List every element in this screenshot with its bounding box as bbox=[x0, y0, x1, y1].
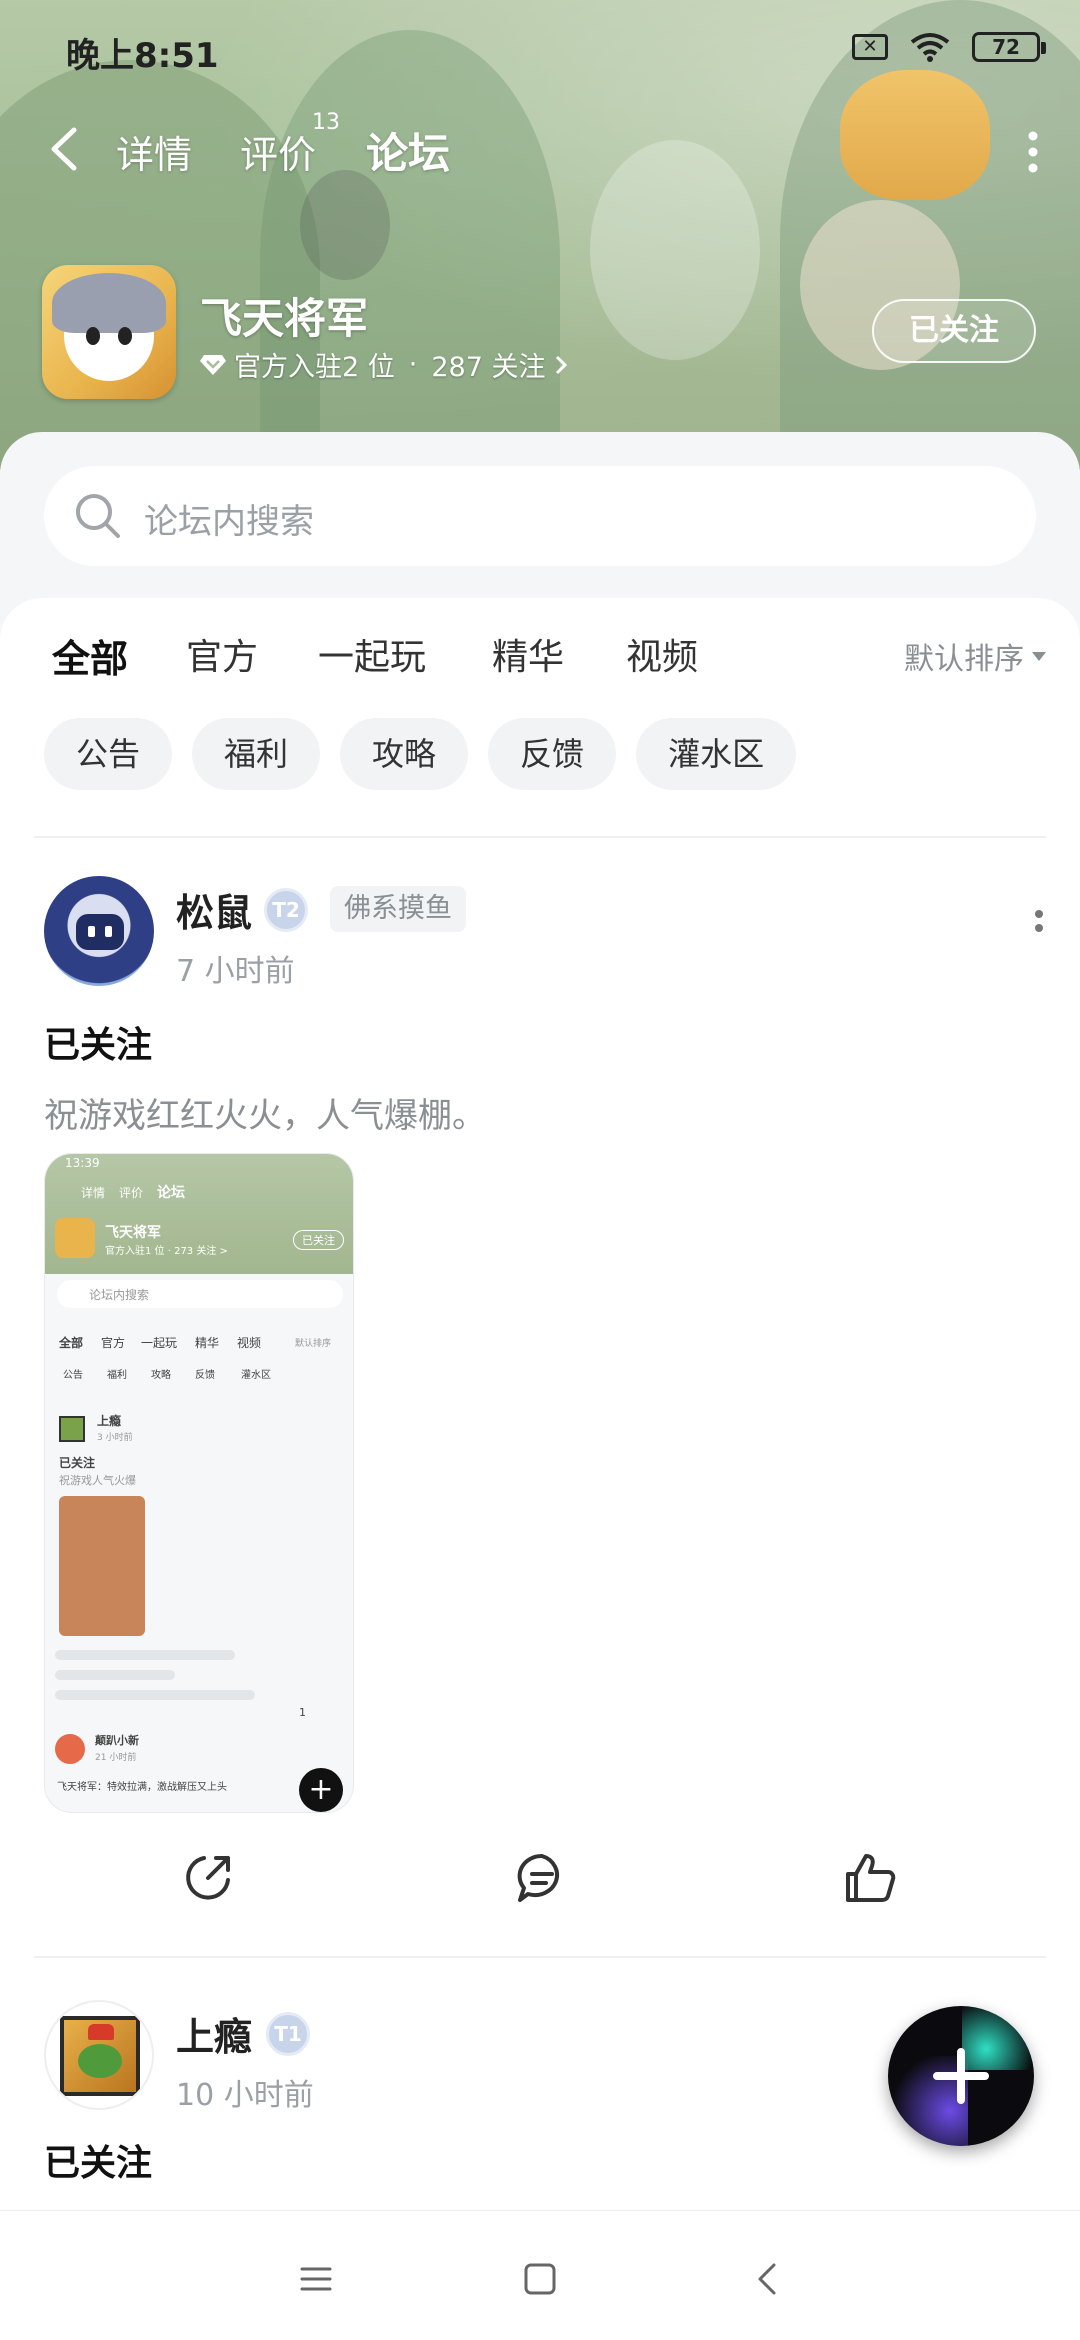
system-navigation-bar bbox=[0, 2210, 1080, 2340]
search-icon bbox=[76, 494, 120, 538]
avatar[interactable] bbox=[44, 2000, 154, 2110]
sort-dropdown[interactable]: 默认排序 bbox=[904, 634, 1046, 678]
tab-play-together[interactable]: 一起玩 bbox=[318, 628, 426, 680]
post-author[interactable]: 上瘾 bbox=[176, 2006, 252, 2061]
search-section: 论坛内搜索 bbox=[0, 432, 1080, 622]
battery-icon: 72 bbox=[972, 32, 1046, 62]
meta-separator: · bbox=[408, 349, 418, 380]
game-icon[interactable] bbox=[42, 265, 176, 399]
tab-official[interactable]: 官方 bbox=[186, 628, 258, 680]
chip-feedback[interactable]: 反馈 bbox=[488, 718, 617, 790]
diamond-icon bbox=[200, 354, 226, 375]
like-icon[interactable] bbox=[842, 1850, 898, 1906]
sort-label: 默认排序 bbox=[904, 642, 1024, 677]
level-badge-icon: T1 bbox=[266, 2012, 310, 2056]
forum-search-input[interactable]: 论坛内搜索 bbox=[44, 466, 1036, 566]
avatar[interactable] bbox=[44, 876, 154, 986]
user-title-tag: 佛系摸鱼 bbox=[330, 886, 466, 932]
tab-featured[interactable]: 精华 bbox=[492, 628, 564, 680]
tab-reviews[interactable]: 评价 bbox=[240, 124, 316, 179]
search-placeholder: 论坛内搜索 bbox=[144, 502, 314, 542]
post-body: 祝游戏红红火火，人气爆棚。 bbox=[44, 1096, 486, 1136]
status-time: 晚上8:51 bbox=[66, 36, 219, 76]
comment-icon[interactable] bbox=[514, 1850, 570, 1906]
tab-details[interactable]: 详情 bbox=[116, 124, 192, 179]
top-navigation: 详情 评价 13 论坛 bbox=[0, 110, 1080, 190]
follow-button[interactable]: 已关注 bbox=[872, 299, 1036, 363]
post-actions bbox=[0, 1830, 1080, 1930]
menu-icon[interactable] bbox=[296, 2259, 336, 2299]
chevron-right-icon bbox=[556, 355, 568, 374]
more-icon[interactable] bbox=[1026, 130, 1040, 174]
game-meta[interactable]: 官方入驻2 位 · 287 关注 bbox=[200, 345, 569, 384]
game-header: 飞天将军 官方入驻2 位 · 287 关注 已关注 bbox=[0, 265, 1080, 400]
mini-game-icon bbox=[55, 1218, 95, 1258]
followers-count: 287 关注 bbox=[431, 352, 546, 383]
status-bar: 晚上8:51 ✕ 72 bbox=[0, 0, 1080, 100]
create-post-button[interactable] bbox=[888, 2006, 1034, 2146]
post-time: 7 小时前 bbox=[176, 954, 295, 989]
post-title: 已关注 bbox=[44, 1025, 153, 1066]
chip-row: 公告 福利 攻略 反馈 灌水区 bbox=[44, 718, 797, 790]
no-sim-icon: ✕ bbox=[852, 34, 888, 60]
home-icon[interactable] bbox=[520, 2259, 560, 2299]
chip-chat[interactable]: 灌水区 bbox=[636, 718, 797, 790]
game-title: 飞天将军 bbox=[200, 294, 369, 343]
divider bbox=[34, 836, 1046, 838]
caret-down-icon bbox=[1032, 651, 1046, 661]
tab-all[interactable]: 全部 bbox=[52, 628, 128, 685]
share-icon[interactable] bbox=[180, 1850, 236, 1906]
plus-icon bbox=[933, 2048, 989, 2104]
review-count-badge: 13 bbox=[312, 110, 340, 135]
post-image[interactable]: 13:39 详情 评价 论坛 飞天将军 官方入驻1 位 · 273 关注 > 已… bbox=[44, 1153, 354, 1813]
post-time: 10 小时前 bbox=[176, 2078, 314, 2113]
back-icon[interactable] bbox=[44, 124, 84, 174]
wifi-icon bbox=[910, 33, 950, 62]
chip-announcement[interactable]: 公告 bbox=[44, 718, 173, 790]
post-more-icon[interactable] bbox=[1034, 908, 1044, 948]
tab-forum[interactable]: 论坛 bbox=[366, 120, 451, 181]
post-author[interactable]: 松鼠 bbox=[176, 882, 252, 937]
forum-content: 全部 官方 一起玩 精华 视频 默认排序 公告 福利 攻略 反馈 灌水区 松鼠 … bbox=[0, 598, 1080, 2210]
level-badge-icon: T2 bbox=[264, 888, 308, 932]
chip-welfare[interactable]: 福利 bbox=[192, 718, 321, 790]
post-title: 已关注 bbox=[44, 2143, 153, 2184]
back-nav-icon[interactable] bbox=[748, 2259, 788, 2299]
chip-guide[interactable]: 攻略 bbox=[340, 718, 469, 790]
category-tabs: 全部 官方 一起玩 精华 视频 默认排序 bbox=[0, 628, 1080, 698]
official-count: 官方入驻2 位 bbox=[234, 352, 395, 383]
tab-video[interactable]: 视频 bbox=[626, 628, 698, 680]
divider bbox=[34, 1956, 1046, 1958]
